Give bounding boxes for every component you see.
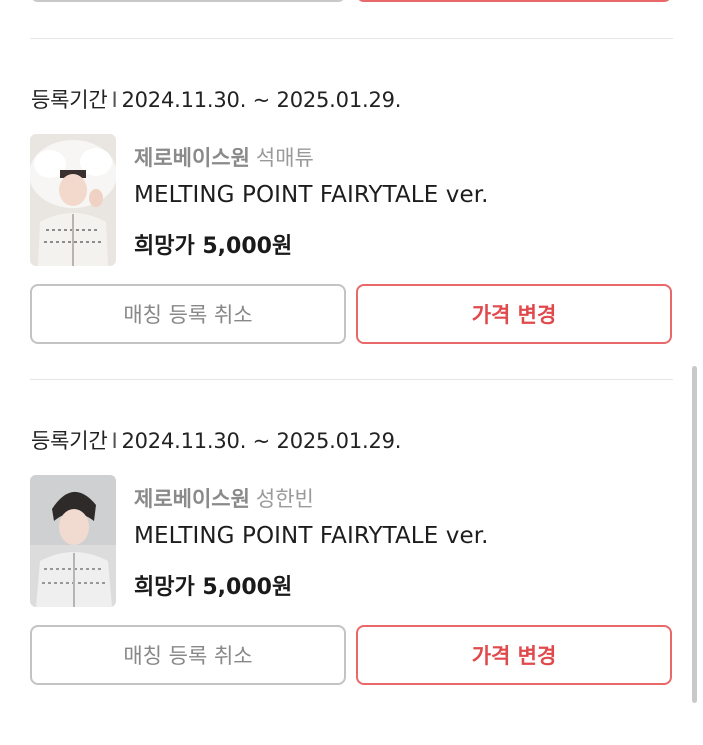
scrollbar[interactable]: [692, 366, 697, 703]
item-title: 제로베이스원 성한빈: [134, 483, 314, 513]
prev-change-price-button[interactable]: [356, 0, 672, 2]
member-name: 성한빈: [255, 487, 314, 511]
period-label: 등록기간: [31, 429, 108, 453]
period-label: 등록기간: [31, 88, 108, 112]
divider: [30, 38, 673, 39]
photocard-image: [30, 475, 116, 607]
photocard-image: [30, 134, 116, 266]
period-separator: I: [111, 429, 118, 453]
cancel-matching-button[interactable]: 매칭 등록 취소: [30, 284, 346, 344]
registration-period: 등록기간 I 2024.11.30. ~ 2025.01.29.: [31, 84, 401, 114]
group-name: 제로베이스원: [134, 487, 250, 511]
cancel-matching-button[interactable]: 매칭 등록 취소: [30, 625, 346, 685]
listing-card: 등록기간 I 2024.11.30. ~ 2025.01.29. 제로베이스원 성한빈…: [0, 425, 703, 745]
asking-price: 희망가 5,000원: [134, 234, 293, 259]
change-price-button[interactable]: 가격 변경: [356, 625, 672, 685]
album-version: MELTING POINT FAIRYTALE ver.: [134, 182, 489, 208]
group-name: 제로베이스원: [134, 146, 250, 170]
period-separator: I: [111, 88, 118, 112]
member-name: 석매튜: [255, 146, 314, 170]
prev-cancel-button[interactable]: [30, 0, 346, 2]
album-version: MELTING POINT FAIRYTALE ver.: [134, 523, 489, 549]
period-value: 2024.11.30. ~ 2025.01.29.: [121, 429, 402, 453]
photocard-thumbnail[interactable]: [30, 475, 116, 607]
photocard-thumbnail[interactable]: [30, 134, 116, 266]
period-value: 2024.11.30. ~ 2025.01.29.: [121, 88, 402, 112]
registration-period: 등록기간 I 2024.11.30. ~ 2025.01.29.: [31, 425, 401, 455]
divider: [30, 379, 673, 380]
item-title: 제로베이스원 석매튜: [134, 142, 314, 172]
listing-card: 등록기간 I 2024.11.30. ~ 2025.01.29. 제로베이스원 석매튜…: [0, 84, 703, 404]
change-price-button[interactable]: 가격 변경: [356, 284, 672, 344]
asking-price: 희망가 5,000원: [134, 575, 293, 600]
